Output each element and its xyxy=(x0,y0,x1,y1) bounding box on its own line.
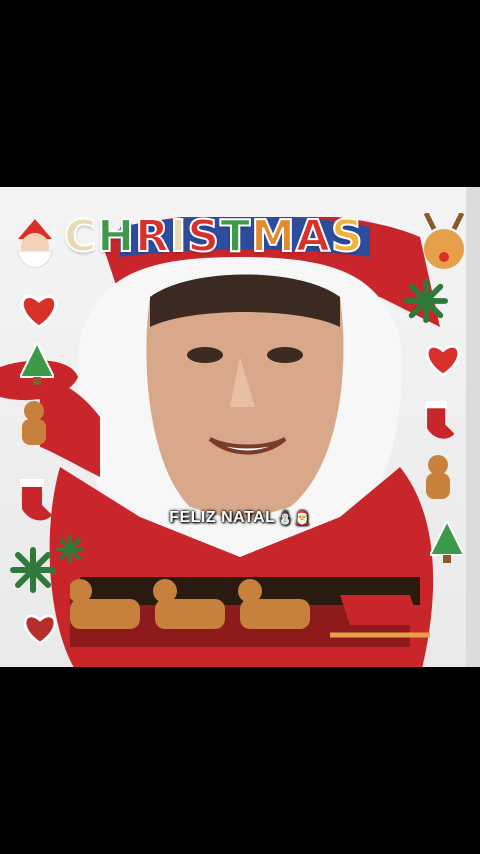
title-letter: I xyxy=(169,210,187,263)
reindeer-row xyxy=(70,579,310,629)
gingerbread-man-icon xyxy=(426,455,450,499)
snowflake-icon xyxy=(10,547,56,593)
frame-edge xyxy=(466,187,480,667)
title-letter: S xyxy=(330,210,364,263)
title-letter: R xyxy=(134,210,170,263)
christmas-title: C H R I S T M A S xyxy=(63,210,364,263)
title-letter: A xyxy=(295,210,331,263)
santa-head-icon xyxy=(17,219,53,268)
title-letter: C xyxy=(63,210,97,263)
heart-cookie-icon xyxy=(23,614,57,645)
title-letter: H xyxy=(96,210,135,263)
gingerbread-man-icon xyxy=(22,401,46,445)
title-letter: M xyxy=(250,210,296,263)
snowflake-icon xyxy=(56,535,84,563)
eye-right xyxy=(267,347,303,363)
reindeer-head-icon xyxy=(423,213,465,269)
caption: FELIZ NATAL ⛄🎅 xyxy=(0,509,480,527)
heart-cookie-icon xyxy=(20,295,58,329)
heart-cookie-icon xyxy=(425,344,461,377)
sleigh-icon xyxy=(330,595,430,638)
title-letter: T xyxy=(219,210,251,263)
snowflake-icon xyxy=(404,279,448,323)
eye-left xyxy=(187,347,223,363)
caption-emoji: ⛄🎅 xyxy=(277,510,311,525)
caption-text: FELIZ NATAL xyxy=(169,509,276,526)
stocking-icon xyxy=(425,401,455,439)
title-letter: S xyxy=(186,210,220,263)
image-frame: C H R I S T M A S FELIZ NATAL ⛄🎅 xyxy=(0,187,480,667)
christmas-tree-icon xyxy=(20,343,54,385)
christmas-tree-icon xyxy=(430,521,464,563)
